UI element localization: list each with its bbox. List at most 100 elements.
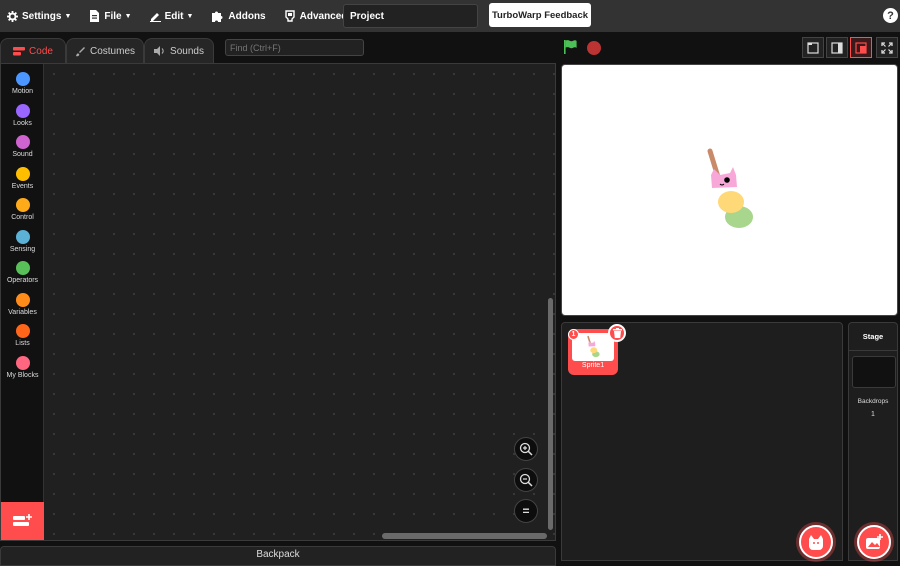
- edit-label: Edit: [164, 10, 184, 22]
- find-input[interactable]: [225, 39, 364, 56]
- tab-code-label: Code: [29, 45, 53, 57]
- fullscreen-icon: [881, 41, 893, 54]
- stage-canvas[interactable]: [561, 64, 898, 316]
- sprite-thumbnail-image: [587, 335, 600, 358]
- category-label: Operators: [6, 277, 39, 284]
- pencil-icon: [149, 12, 161, 22]
- category-events[interactable]: Events: [1, 163, 44, 193]
- addons-label: Addons: [228, 10, 266, 22]
- category-dot: [15, 292, 30, 307]
- file-menu[interactable]: File ▼: [82, 0, 138, 32]
- vertical-scrollbar[interactable]: [548, 298, 553, 530]
- stage-target-pane[interactable]: Stage Backdrops 1: [848, 322, 898, 561]
- zoom-reset-button[interactable]: =: [514, 499, 538, 523]
- category-motion[interactable]: Motion: [1, 68, 44, 98]
- category-variables[interactable]: Variables: [1, 289, 44, 319]
- category-label: Looks: [13, 119, 32, 127]
- file-icon: [90, 10, 100, 22]
- zoom-in-icon: [519, 442, 533, 456]
- category-label: Variables: [8, 308, 37, 316]
- small-stage-icon: [807, 41, 819, 54]
- tab-sounds[interactable]: Sounds: [144, 38, 214, 63]
- tab-sounds-label: Sounds: [170, 45, 204, 57]
- advanced-icon: [284, 10, 295, 22]
- editor-tabs: Code Costumes Sounds: [0, 38, 214, 63]
- project-title-input[interactable]: [343, 4, 478, 28]
- puzzle-icon: [212, 11, 223, 22]
- code-icon: [13, 46, 26, 55]
- feedback-button[interactable]: TurboWarp Feedback: [489, 3, 591, 27]
- add-backdrop-button[interactable]: [857, 525, 891, 559]
- green-flag-icon[interactable]: [563, 39, 579, 55]
- backpack-header[interactable]: Backpack: [0, 546, 556, 566]
- category-dot: [15, 198, 30, 212]
- settings-label: Settings: [22, 10, 62, 22]
- category-label: Events: [11, 182, 34, 190]
- backdrops-label: Backdrops: [857, 398, 889, 405]
- category-dot: [15, 229, 30, 244]
- normal-stage-button[interactable]: [826, 37, 848, 58]
- category-palette: Motion Looks Sound Events Control Sensin…: [1, 64, 44, 540]
- stage-thumbnail: [852, 356, 896, 388]
- script-workspace[interactable]: =: [44, 64, 555, 540]
- chevron-down-icon: ▼: [186, 12, 194, 20]
- edit-menu[interactable]: Edit ▼: [143, 0, 201, 32]
- category-dot: [15, 355, 30, 370]
- chevron-down-icon: ▼: [64, 12, 72, 20]
- normal-stage-icon: [831, 41, 843, 54]
- category-sensing[interactable]: Sensing: [1, 226, 44, 256]
- category-dot: [15, 72, 30, 86]
- category-label: Motion: [11, 88, 33, 95]
- zoom-out-button[interactable]: [514, 468, 538, 492]
- add-extension-button[interactable]: [1, 502, 44, 540]
- tab-costumes-label: Costumes: [89, 45, 135, 57]
- category-my-blocks[interactable]: My Blocks: [1, 352, 44, 382]
- category-sound[interactable]: Sound: [1, 131, 44, 161]
- category-dot: [15, 166, 30, 181]
- large-stage-button[interactable]: [850, 37, 872, 58]
- brush-icon: [75, 46, 85, 56]
- chevron-down-icon: ▼: [124, 12, 132, 20]
- category-operators[interactable]: Operators: [1, 257, 44, 287]
- delete-sprite-button[interactable]: [608, 324, 626, 342]
- gear-icon: [7, 10, 18, 22]
- backdrop-add-icon: [866, 534, 883, 549]
- category-looks[interactable]: Looks: [1, 100, 44, 130]
- add-sprite-button[interactable]: [799, 525, 833, 559]
- small-stage-button[interactable]: [802, 37, 824, 58]
- category-dot: [15, 103, 30, 118]
- horizontal-scrollbar[interactable]: [382, 533, 547, 539]
- file-label: File: [104, 10, 122, 22]
- zoom-in-button[interactable]: [514, 437, 538, 461]
- sprite-index-badge: 1: [568, 329, 579, 340]
- code-editor: Motion Looks Sound Events Control Sensin…: [0, 63, 556, 541]
- category-label: Sensing: [9, 245, 36, 253]
- cat-add-icon: [809, 535, 823, 550]
- category-dot: [15, 261, 30, 275]
- zoom-out-icon: [519, 473, 533, 487]
- help-icon[interactable]: ?: [883, 8, 898, 23]
- stop-icon[interactable]: [587, 41, 601, 55]
- trash-icon: [612, 328, 622, 338]
- sprite-name: Sprite1: [581, 362, 605, 369]
- sprite-list-pane: 1 Sprite1: [561, 322, 843, 561]
- category-label: Sound: [12, 151, 33, 158]
- speaker-icon: [154, 46, 164, 56]
- category-label: Lists: [15, 340, 30, 347]
- sprite-tile[interactable]: 1 Sprite1: [568, 324, 626, 375]
- category-dot: [15, 135, 30, 149]
- fullscreen-button[interactable]: [876, 37, 898, 58]
- advanced-label: Advanced: [299, 10, 348, 22]
- category-label: Control: [11, 214, 34, 221]
- tab-costumes[interactable]: Costumes: [66, 38, 144, 63]
- category-lists[interactable]: Lists: [1, 320, 44, 350]
- add-extension-icon: [12, 514, 32, 526]
- tab-code[interactable]: Code: [0, 38, 66, 63]
- sprite-character-image[interactable]: [702, 145, 762, 235]
- backdrops-count: 1: [871, 411, 875, 418]
- category-dot: [15, 324, 30, 338]
- addons-menu[interactable]: Addons: [204, 0, 272, 32]
- category-control[interactable]: Control: [1, 194, 44, 224]
- settings-menu[interactable]: Settings ▼: [0, 0, 78, 32]
- large-stage-icon: [855, 41, 867, 54]
